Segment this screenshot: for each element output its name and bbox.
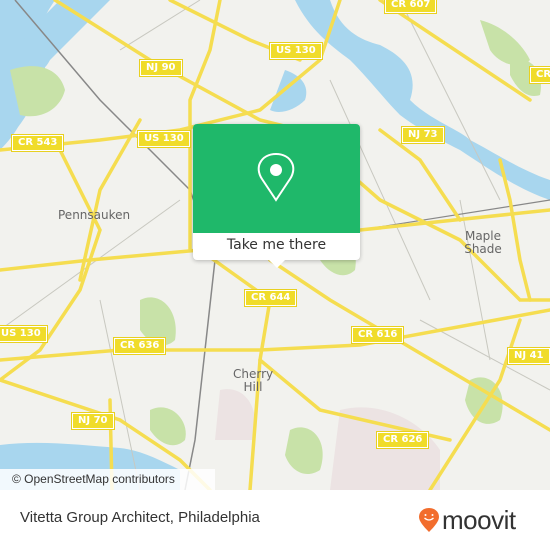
road-label: NJ 90 <box>139 59 183 77</box>
road-label: CR 626 <box>375 431 430 449</box>
road-label: NJ 70 <box>71 412 115 430</box>
road-label: CR <box>528 66 550 84</box>
road-label: NJ 41 <box>507 347 550 365</box>
popup-header <box>193 124 360 233</box>
moovit-logo[interactable]: moovit <box>418 507 516 533</box>
road-label: NJ 73 <box>401 126 445 144</box>
road-label: US 130 <box>137 130 191 148</box>
road-label: US 130 <box>269 42 323 60</box>
location-title: Vitetta Group Architect, Philadelphia <box>20 509 260 526</box>
road-label: CR 644 <box>243 289 298 307</box>
place-label-cherry-hill: Cherry Hill <box>233 367 274 394</box>
road-label: CR 636 <box>112 337 167 355</box>
road-label: CR 616 <box>350 326 405 344</box>
moovit-pin-icon <box>419 508 439 532</box>
road-label: US 130 <box>0 325 48 343</box>
map-attribution[interactable]: © OpenStreetMap contributors <box>0 469 215 490</box>
map[interactable]: CR 607 US 130 NJ 90 NJ 73 CR 543 US 130 … <box>0 0 550 490</box>
place-label-maple-shade: Maple Shade <box>464 229 502 256</box>
destination-popup: Take me there <box>193 124 360 268</box>
take-me-there-button[interactable]: Take me there <box>193 233 360 260</box>
road-label: CR 607 <box>383 0 438 14</box>
place-label-pennsauken: Pennsauken <box>58 208 131 222</box>
road-label: CR 543 <box>10 134 65 152</box>
moovit-wordmark: moovit <box>442 505 516 535</box>
map-pin-icon <box>257 152 295 202</box>
popup-pointer <box>269 260 285 268</box>
